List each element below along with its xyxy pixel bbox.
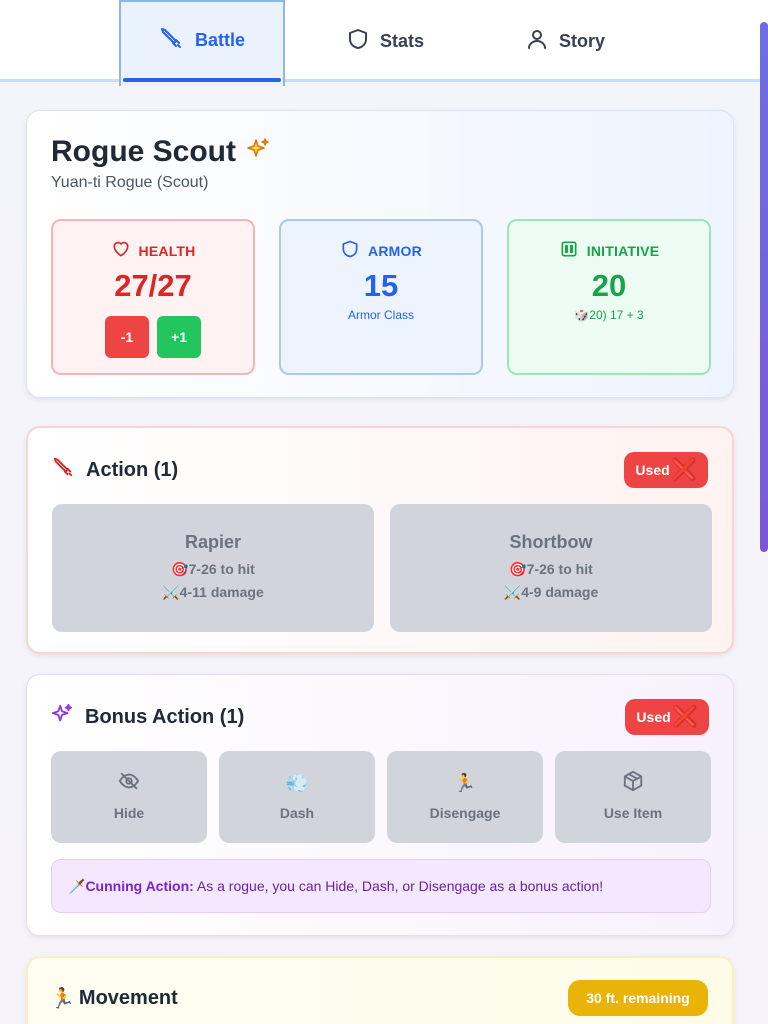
sparkles-icon <box>246 135 270 169</box>
weapon-name: Shortbow <box>509 532 593 552</box>
initiative-note: 🎲20) 17 + 3 <box>574 308 644 322</box>
weapon-hit: 🎯7-26 to hit <box>509 561 593 577</box>
tab-stats[interactable]: Stats <box>330 0 440 82</box>
shield-icon <box>346 27 370 56</box>
cunning-action-text: As a rogue, you can Hide, Dash, or Disen… <box>193 878 604 894</box>
hide-label: Hide <box>113 805 145 821</box>
weapon-hit: 🎯7-26 to hit <box>171 561 255 577</box>
tab-story-label: Story <box>558 30 605 51</box>
armor-box: ARMOR 15 Armor Class <box>279 219 483 375</box>
armor-label: ARMOR <box>368 242 422 259</box>
cunning-action-note: 🗡️ Cunning Action: As a rogue, you can H… <box>51 859 711 913</box>
action-used-label: Used <box>635 462 670 478</box>
character-name: Rogue Scout <box>51 135 236 168</box>
dash-icon: 💨 <box>285 772 309 793</box>
scrollbar-thumb[interactable] <box>760 22 768 552</box>
sparkles-icon <box>51 703 73 731</box>
character-card: Rogue Scout Yuan-ti Rogue (Scout) HEALTH… <box>26 110 734 398</box>
character-name-row: Rogue Scout <box>51 135 270 169</box>
running-icon: 🏃 <box>453 772 477 793</box>
weapon-rapier-button[interactable]: Rapier 🎯7-26 to hit ⚔️4-11 damage <box>52 504 374 632</box>
action-card: Action (1) Used ❌ Rapier 🎯7-26 to hit ⚔️… <box>26 426 734 654</box>
increase-health-button[interactable]: +1 <box>157 316 201 358</box>
movement-remaining-badge: 30 ft. remaining <box>568 980 708 1016</box>
health-value: 27/27 <box>114 268 192 303</box>
tab-battle[interactable]: Battle <box>119 0 285 86</box>
dagger-icon: 🗡️ <box>68 877 86 894</box>
shield-icon <box>340 239 360 262</box>
eye-off-icon <box>118 770 140 797</box>
health-box: HEALTH 27/27 -1 +1 <box>51 219 255 375</box>
armor-value: 15 <box>363 268 399 303</box>
weapon-damage: ⚔️4-11 damage <box>162 584 264 600</box>
weapon-name: Rapier <box>184 532 242 552</box>
scrollbar[interactable] <box>760 0 768 1024</box>
running-icon: 🏃 <box>50 988 75 1010</box>
movement-card: 🏃 Movement 30 ft. remaining <box>26 956 734 1024</box>
disengage-label: Disengage <box>429 805 501 821</box>
heart-icon <box>111 239 131 262</box>
action-used-badge: Used ❌ <box>624 452 708 488</box>
bonus-action-card: Bonus Action (1) Used ❌ Hide 💨 Dash 🏃 Di… <box>26 674 734 936</box>
character-subtitle: Yuan-ti Rogue (Scout) <box>51 174 209 191</box>
sword-icon <box>52 456 74 484</box>
initiative-label: INITIATIVE <box>586 242 660 259</box>
tab-bar: Battle Stats Story <box>0 0 768 86</box>
box-icon <box>622 770 644 797</box>
weapon-shortbow-button[interactable]: Shortbow 🎯7-26 to hit ⚔️4-9 damage <box>390 504 712 632</box>
armor-note: Armor Class <box>347 308 414 322</box>
decrease-health-button[interactable]: -1 <box>105 316 149 358</box>
cross-icon: ❌ <box>672 706 698 728</box>
initiative-value: 20 <box>591 268 627 303</box>
cunning-action-title: Cunning Action: <box>85 878 194 894</box>
bonus-used-badge: Used ❌ <box>625 699 709 735</box>
use-item-button[interactable]: Use Item <box>555 751 711 843</box>
cross-icon: ❌ <box>671 459 697 481</box>
tab-story[interactable]: Story <box>510 0 620 82</box>
user-icon <box>525 27 549 56</box>
movement-title: Movement <box>78 987 178 1009</box>
dash-label: Dash <box>279 805 315 821</box>
dash-button[interactable]: 💨 Dash <box>219 751 375 843</box>
hide-button[interactable]: Hide <box>51 751 207 843</box>
disengage-button[interactable]: 🏃 Disengage <box>387 751 543 843</box>
sword-icon <box>159 26 183 55</box>
action-title: Action (1) <box>86 458 179 481</box>
dice-icon <box>559 239 579 262</box>
bonus-used-label: Used <box>636 709 671 725</box>
weapon-damage: ⚔️4-9 damage <box>503 584 599 600</box>
initiative-box: INITIATIVE 20 🎲20) 17 + 3 <box>507 219 711 375</box>
use-item-label: Use Item <box>603 805 663 821</box>
bonus-action-title: Bonus Action (1) <box>85 705 245 728</box>
tab-stats-label: Stats <box>379 30 424 51</box>
health-label: HEALTH <box>138 242 196 259</box>
tab-battle-label: Battle <box>194 29 245 50</box>
